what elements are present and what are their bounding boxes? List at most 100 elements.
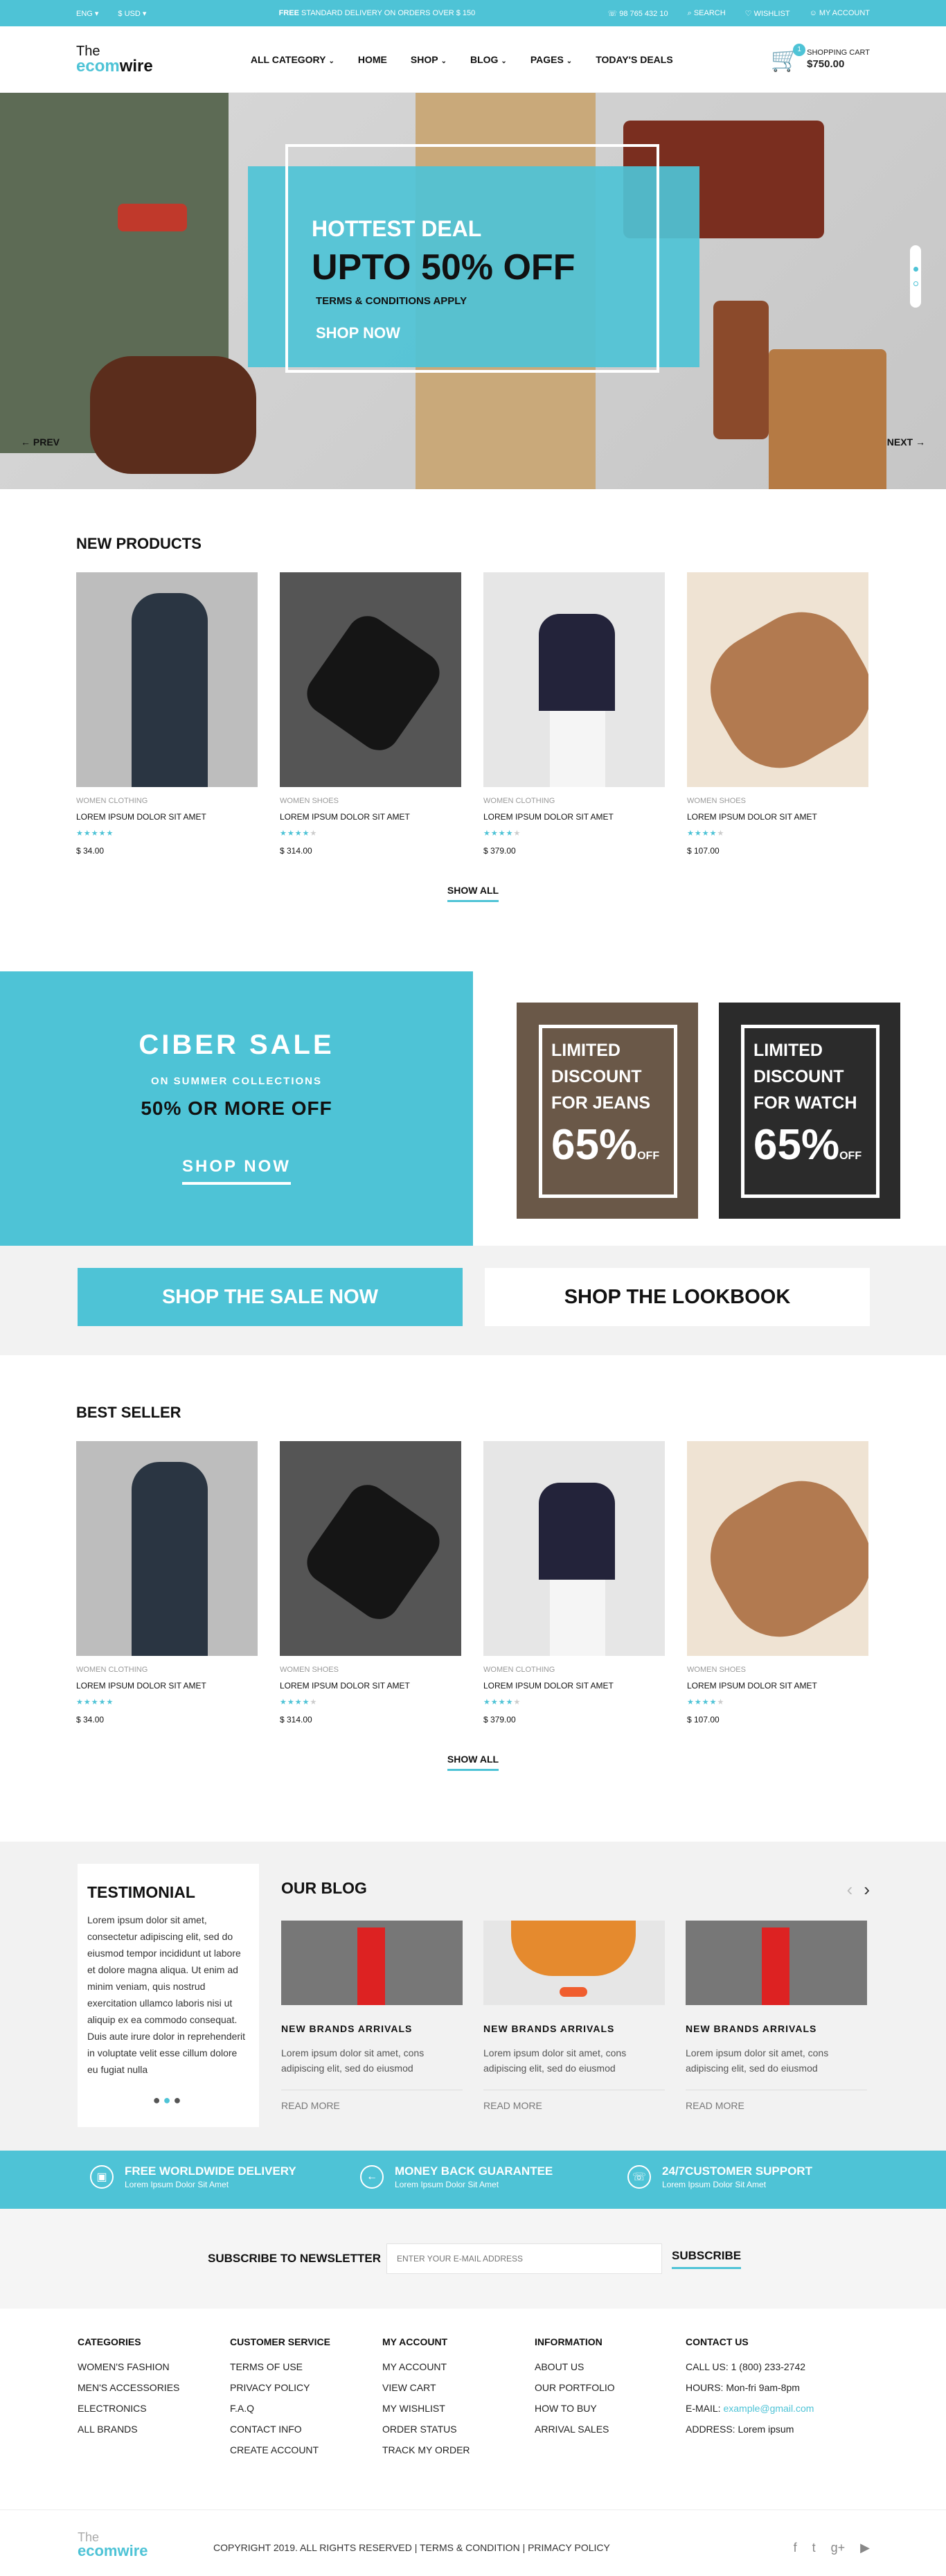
footer-link[interactable]: F.A.Q <box>230 2403 382 2414</box>
nav-todays-deals[interactable]: TODAY'S DEALS <box>596 54 672 65</box>
footer-link[interactable]: HOW TO BUY <box>535 2403 687 2414</box>
product-card[interactable]: WOMEN SHOES LOREM IPSUM DOLOR SIT AMET ★… <box>280 1441 461 1724</box>
rating-stars: ★★★★★ <box>483 1698 521 1706</box>
footer-link[interactable]: ARRIVAL SALES <box>535 2424 687 2435</box>
product-name[interactable]: LOREM IPSUM DOLOR SIT AMET <box>76 812 258 822</box>
footer-link[interactable]: MY WISHLIST <box>382 2403 535 2414</box>
product-image[interactable] <box>687 572 868 787</box>
blog-image[interactable] <box>686 1921 867 2005</box>
blog-post[interactable]: NEW BRANDS ARRIVALS Lorem ipsum dolor si… <box>483 1921 665 2111</box>
product-name[interactable]: LOREM IPSUM DOLOR SIT AMET <box>483 1681 665 1691</box>
product-card[interactable]: WOMEN CLOTHING LOREM IPSUM DOLOR SIT AME… <box>76 572 258 856</box>
search-link[interactable]: ⌕ SEARCH <box>688 9 726 18</box>
footer-link[interactable]: CREATE ACCOUNT <box>230 2444 382 2455</box>
product-name[interactable]: LOREM IPSUM DOLOR SIT AMET <box>280 1681 461 1691</box>
nav-shop[interactable]: SHOP ⌄ <box>411 54 447 65</box>
read-more-link[interactable]: READ MORE <box>686 2090 867 2111</box>
slider-next-button[interactable]: NEXT → <box>887 436 925 448</box>
slider-dot[interactable] <box>913 281 918 286</box>
read-more-link[interactable]: READ MORE <box>483 2090 665 2111</box>
slider-prev-button[interactable]: ← PREV <box>21 436 60 448</box>
footer-link[interactable]: ORDER STATUS <box>382 2424 535 2435</box>
footer-link[interactable]: PRIVACY POLICY <box>230 2382 382 2393</box>
account-link[interactable]: ☺ MY ACCOUNT <box>810 9 870 17</box>
blog-image[interactable] <box>483 1921 665 2005</box>
product-card[interactable]: WOMEN SHOES LOREM IPSUM DOLOR SIT AMET ★… <box>280 572 461 856</box>
newsletter: SUBSCRIBE TO NEWSLETTER SUBSCRIBE <box>0 2209 946 2309</box>
show-all-button[interactable]: SHOW ALL <box>447 885 499 902</box>
show-all-button[interactable]: SHOW ALL <box>447 1754 499 1771</box>
product-name[interactable]: LOREM IPSUM DOLOR SIT AMET <box>687 812 868 822</box>
shopping-cart[interactable]: 🛒 1 SHOPPING CART $750.00 <box>771 43 870 71</box>
product-category: WOMEN SHOES <box>687 1666 746 1674</box>
nav-pages[interactable]: PAGES ⌄ <box>530 54 572 65</box>
twitter-icon[interactable]: t <box>812 2541 816 2555</box>
testimonial-dots[interactable]: ●●● <box>78 2093 259 2108</box>
footer-column: INFORMATION ABOUT US OUR PORTFOLIO HOW T… <box>535 2336 687 2444</box>
jeans-discount-card[interactable]: LIMITED DISCOUNT FOR JEANS 65%OFF <box>517 1003 698 1219</box>
product-image[interactable] <box>483 572 665 787</box>
read-more-link[interactable]: READ MORE <box>281 2090 463 2111</box>
blog-post-title[interactable]: NEW BRANDS ARRIVALS <box>281 2023 463 2034</box>
sale-shop-now-button[interactable]: SHOP NOW <box>182 1157 291 1185</box>
footer-link[interactable]: ELECTRONICS <box>78 2403 230 2414</box>
blog-post-title[interactable]: NEW BRANDS ARRIVALS <box>686 2023 867 2034</box>
product-image[interactable] <box>76 1441 258 1656</box>
subscribe-button[interactable]: SUBSCRIBE <box>672 2249 742 2269</box>
product-image[interactable] <box>280 572 461 787</box>
sale-block: CIBER SALE ON SUMMER COLLECTIONS 50% OR … <box>0 971 946 1246</box>
product-category: WOMEN SHOES <box>280 1666 339 1674</box>
footer-link[interactable]: WOMEN'S FASHION <box>78 2361 230 2372</box>
wishlist-link[interactable]: ♡ WISHLIST <box>745 9 790 18</box>
footer-link[interactable]: MY ACCOUNT <box>382 2361 535 2372</box>
email-link[interactable]: example@gmail.com <box>723 2403 814 2414</box>
nav-home[interactable]: HOME <box>358 54 387 65</box>
footer-link[interactable]: TRACK MY ORDER <box>382 2444 535 2455</box>
facebook-icon[interactable]: f <box>794 2541 797 2555</box>
blog-post-text: Lorem ipsum dolor sit amet, cons adipisc… <box>281 2047 425 2074</box>
youtube-icon[interactable]: ▶ <box>860 2541 870 2555</box>
product-image[interactable] <box>687 1441 868 1656</box>
product-image[interactable] <box>76 572 258 787</box>
product-name[interactable]: LOREM IPSUM DOLOR SIT AMET <box>483 812 665 822</box>
blog-post[interactable]: NEW BRANDS ARRIVALS Lorem ipsum dolor si… <box>281 1921 463 2111</box>
footer-link[interactable]: TERMS OF USE <box>230 2361 382 2372</box>
phone-icon: ☏ <box>607 9 618 18</box>
rating-stars: ★★★★★ <box>687 829 725 838</box>
product-card[interactable]: WOMEN CLOTHING LOREM IPSUM DOLOR SIT AME… <box>483 572 665 856</box>
language-select[interactable]: ENG ▾ <box>76 9 98 18</box>
product-image[interactable] <box>483 1441 665 1656</box>
blog-post[interactable]: NEW BRANDS ARRIVALS Lorem ipsum dolor si… <box>686 1921 867 2111</box>
logo[interactable]: The ecomwire <box>76 44 153 75</box>
google-plus-icon[interactable]: g+ <box>831 2541 846 2555</box>
blog-prev-arrow[interactable]: ‹ <box>847 1879 853 1900</box>
product-card[interactable]: WOMEN CLOTHING LOREM IPSUM DOLOR SIT AME… <box>483 1441 665 1724</box>
footer-link[interactable]: CONTACT INFO <box>230 2424 382 2435</box>
footer-link[interactable]: OUR PORTFOLIO <box>535 2382 687 2393</box>
product-card[interactable]: WOMEN CLOTHING LOREM IPSUM DOLOR SIT AME… <box>76 1441 258 1724</box>
product-card[interactable]: WOMEN SHOES LOREM IPSUM DOLOR SIT AMET ★… <box>687 1441 868 1724</box>
slider-dots[interactable] <box>910 245 921 308</box>
product-image[interactable] <box>280 1441 461 1656</box>
footer-link[interactable]: ABOUT US <box>535 2361 687 2372</box>
nav-all-category[interactable]: ALL CATEGORY ⌄ <box>251 54 334 65</box>
email-field[interactable] <box>386 2243 662 2274</box>
footer-link[interactable]: ALL BRANDS <box>78 2424 230 2435</box>
shop-lookbook-button[interactable]: SHOP THE LOOKBOOK <box>485 1268 870 1326</box>
footer-logo[interactable]: The ecomwire <box>78 2531 148 2559</box>
product-name[interactable]: LOREM IPSUM DOLOR SIT AMET <box>280 812 461 822</box>
slider-dot[interactable] <box>913 267 918 272</box>
blog-next-arrow[interactable]: › <box>864 1879 870 1900</box>
watch-discount-card[interactable]: LIMITED DISCOUNT FOR WATCH 65%OFF <box>719 1003 900 1219</box>
footer-link[interactable]: MEN'S ACCESSORIES <box>78 2382 230 2393</box>
blog-image[interactable] <box>281 1921 463 2005</box>
product-name[interactable]: LOREM IPSUM DOLOR SIT AMET <box>687 1681 868 1691</box>
currency-select[interactable]: $ USD ▾ <box>118 9 146 18</box>
blog-post-title[interactable]: NEW BRANDS ARRIVALS <box>483 2023 665 2034</box>
product-card[interactable]: WOMEN SHOES LOREM IPSUM DOLOR SIT AMET ★… <box>687 572 868 856</box>
nav-blog[interactable]: BLOG ⌄ <box>470 54 507 65</box>
footer-link[interactable]: VIEW CART <box>382 2382 535 2393</box>
product-name[interactable]: LOREM IPSUM DOLOR SIT AMET <box>76 1681 258 1691</box>
shop-sale-button[interactable]: SHOP THE SALE NOW <box>78 1268 463 1326</box>
phone-link[interactable]: ☏ 98 765 432 10 <box>607 9 668 18</box>
